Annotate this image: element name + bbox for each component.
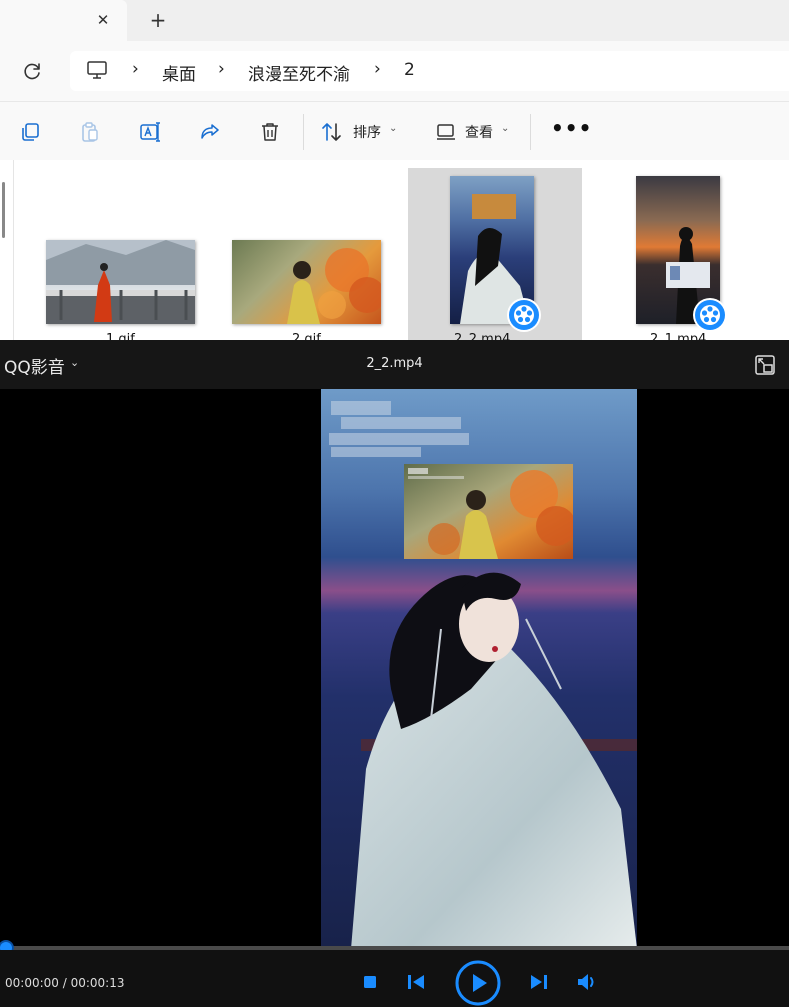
video-inset-clip <box>404 464 573 559</box>
file-thumbnail <box>46 240 195 324</box>
breadcrumb-separator[interactable]: › <box>218 59 225 79</box>
play-icon[interactable] <box>454 959 502 1007</box>
file-item-selected[interactable]: 2_2.mp4 <box>408 168 582 347</box>
command-bar: 排序 ⌄ 查看 ⌄ ••• <box>0 101 789 160</box>
time-display: 00:00:00 / 00:00:13 <box>5 976 125 990</box>
this-pc-icon[interactable] <box>86 60 108 80</box>
toolbar-divider <box>530 114 531 150</box>
qq-player-badge-icon <box>507 298 541 332</box>
pane-divider <box>13 160 14 340</box>
address-bar-row: › 桌面 › 浪漫至死不渝 › 2 <box>0 41 789 101</box>
sort-button[interactable]: 排序 <box>353 122 381 142</box>
volume-icon[interactable] <box>576 972 598 992</box>
tab-bar: ✕ + <box>0 0 789 41</box>
mini-mode-icon[interactable] <box>754 354 776 376</box>
new-tab-icon[interactable]: + <box>148 10 168 30</box>
toolbar-divider <box>303 114 304 150</box>
sort-chevron-down-icon[interactable]: ⌄ <box>389 123 397 134</box>
breadcrumb-desktop[interactable]: 桌面 <box>162 60 196 85</box>
share-icon[interactable] <box>198 120 222 144</box>
more-options-icon[interactable]: ••• <box>551 116 592 140</box>
refresh-icon[interactable] <box>20 60 44 84</box>
player-title-bar: QQ影音 ⌄ 2_2.mp4 <box>0 340 789 389</box>
qq-player-badge-icon <box>693 298 727 332</box>
stop-icon[interactable] <box>362 974 378 990</box>
next-icon[interactable] <box>528 973 550 991</box>
file-list: 1.gif 2.gif <box>0 160 789 347</box>
close-tab-icon[interactable]: ✕ <box>93 10 113 30</box>
breadcrumb-separator[interactable]: › <box>374 59 381 79</box>
view-icon[interactable] <box>434 120 458 144</box>
explorer-tab[interactable]: ✕ <box>0 0 127 41</box>
address-path[interactable]: › 桌面 › 浪漫至死不渝 › 2 <box>70 51 789 91</box>
breadcrumb-separator[interactable]: › <box>132 59 139 79</box>
rename-icon[interactable] <box>138 120 162 144</box>
paste-icon[interactable] <box>78 120 102 144</box>
copy-icon[interactable] <box>18 120 42 144</box>
player-controls: 00:00:00 / 00:00:13 <box>0 950 789 1007</box>
sort-icon[interactable] <box>320 120 344 144</box>
delete-icon[interactable] <box>258 120 282 144</box>
previous-icon[interactable] <box>405 973 427 991</box>
view-button[interactable]: 查看 <box>465 122 493 142</box>
breadcrumb-folder[interactable]: 浪漫至死不渝 <box>248 60 350 85</box>
view-chevron-down-icon[interactable]: ⌄ <box>501 123 509 134</box>
video-frame[interactable] <box>321 389 637 949</box>
breadcrumb-subfolder[interactable]: 2 <box>404 60 415 80</box>
video-title: 2_2.mp4 <box>366 356 423 371</box>
qq-player-window: QQ影音 ⌄ 2_2.mp4 00:00:00 / 00:00:13 <box>0 340 789 1007</box>
file-thumbnail <box>232 240 381 324</box>
vertical-scrollbar[interactable] <box>2 182 5 238</box>
